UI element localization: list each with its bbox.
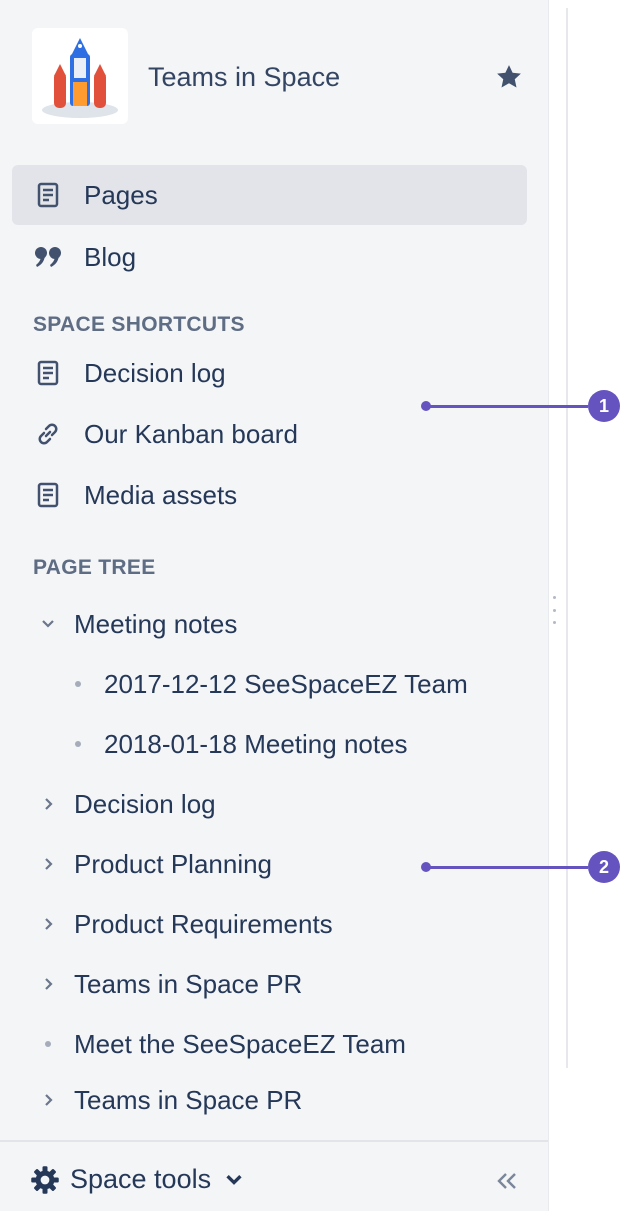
- space-shortcuts-heading: SPACE SHORTCUTS: [33, 313, 245, 336]
- tree-item-meet-the-team[interactable]: Meet the SeeSpaceEZ Team: [36, 1018, 406, 1070]
- tree-item-product-requirements[interactable]: Product Requirements: [36, 898, 333, 950]
- page-divider: [566, 8, 568, 1068]
- space-header: Teams in Space: [32, 28, 532, 124]
- shortcut-label: Decision log: [84, 357, 226, 388]
- link-icon: [34, 420, 62, 448]
- space-tools-button[interactable]: Space tools: [30, 1164, 243, 1195]
- tree-item-product-planning[interactable]: Product Planning: [36, 838, 272, 890]
- gear-icon: [31, 1165, 59, 1194]
- tree-item-decision-log[interactable]: Decision log: [36, 778, 216, 830]
- space-name[interactable]: Teams in Space: [148, 62, 340, 93]
- tree-item-label: Teams in Space PR: [74, 968, 303, 999]
- page-tree-heading: PAGE TREE: [33, 556, 156, 579]
- sidebar-footer: Space tools: [0, 1140, 548, 1213]
- page-icon: [34, 359, 62, 387]
- chevron-right-icon[interactable]: [36, 972, 60, 996]
- callout-2-line: [426, 866, 588, 869]
- page-icon: [34, 481, 62, 509]
- tree-item-2018-01-18[interactable]: 2018-01-18 Meeting notes: [66, 718, 408, 770]
- tree-item-label: 2018-01-18 Meeting notes: [104, 728, 408, 759]
- star-icon[interactable]: [494, 62, 524, 92]
- chevron-right-icon[interactable]: [36, 852, 60, 876]
- tree-item-meeting-notes[interactable]: Meeting notes: [36, 598, 237, 650]
- tree-item-label: Product Requirements: [74, 908, 333, 939]
- shortcut-decision-log[interactable]: Decision log: [12, 343, 527, 403]
- chevron-down-icon[interactable]: [36, 612, 60, 636]
- nav-item-pages[interactable]: Pages: [12, 165, 527, 225]
- shortcut-label: Media assets: [84, 479, 238, 510]
- collapse-sidebar-icon[interactable]: [494, 1170, 520, 1192]
- nav-item-label: Pages: [84, 179, 158, 210]
- callout-1-badge: 1: [588, 390, 620, 422]
- chevron-down-icon: [226, 1174, 242, 1185]
- callout-1-line: [426, 405, 588, 408]
- shortcut-label: Our Kanban board: [84, 418, 298, 449]
- space-tools-label: Space tools: [70, 1164, 212, 1194]
- tree-item-label: Meet the SeeSpaceEZ Team: [74, 1028, 406, 1059]
- shortcut-kanban-board[interactable]: Our Kanban board: [12, 404, 527, 464]
- tree-item-teams-in-space-pr-2[interactable]: Teams in Space PR: [36, 1074, 302, 1126]
- resize-handle[interactable]: [552, 596, 556, 624]
- quote-icon: [34, 243, 62, 271]
- bullet-icon: [66, 672, 90, 696]
- callout-2-badge: 2: [588, 851, 620, 883]
- tree-item-label: Decision log: [74, 788, 216, 819]
- tree-item-label: Meeting notes: [74, 608, 238, 639]
- page-icon: [34, 181, 62, 209]
- nav-item-blog[interactable]: Blog: [12, 227, 527, 287]
- nav-item-label: Blog: [84, 241, 137, 272]
- chevron-right-icon[interactable]: [36, 1088, 60, 1112]
- tree-item-2017-12-12[interactable]: 2017-12-12 SeeSpaceEZ Team: [66, 658, 490, 710]
- bullet-icon: [36, 1032, 60, 1056]
- tree-item-label: Teams in Space PR: [74, 1084, 303, 1115]
- tree-item-teams-in-space-pr[interactable]: Teams in Space PR: [36, 958, 302, 1010]
- bullet-icon: [66, 732, 90, 756]
- shortcut-media-assets[interactable]: Media assets: [12, 465, 527, 525]
- tree-item-label: Product Planning: [74, 848, 273, 879]
- space-sidebar: Teams in Space Pages Blog SPACE SHORTCUT…: [0, 0, 549, 1211]
- chevron-right-icon[interactable]: [36, 792, 60, 816]
- chevron-right-icon[interactable]: [36, 912, 60, 936]
- rocket-logo-icon: [42, 38, 118, 118]
- space-logo[interactable]: [32, 28, 128, 124]
- tree-item-label: 2017-12-12 SeeSpaceEZ Team: [104, 668, 468, 699]
